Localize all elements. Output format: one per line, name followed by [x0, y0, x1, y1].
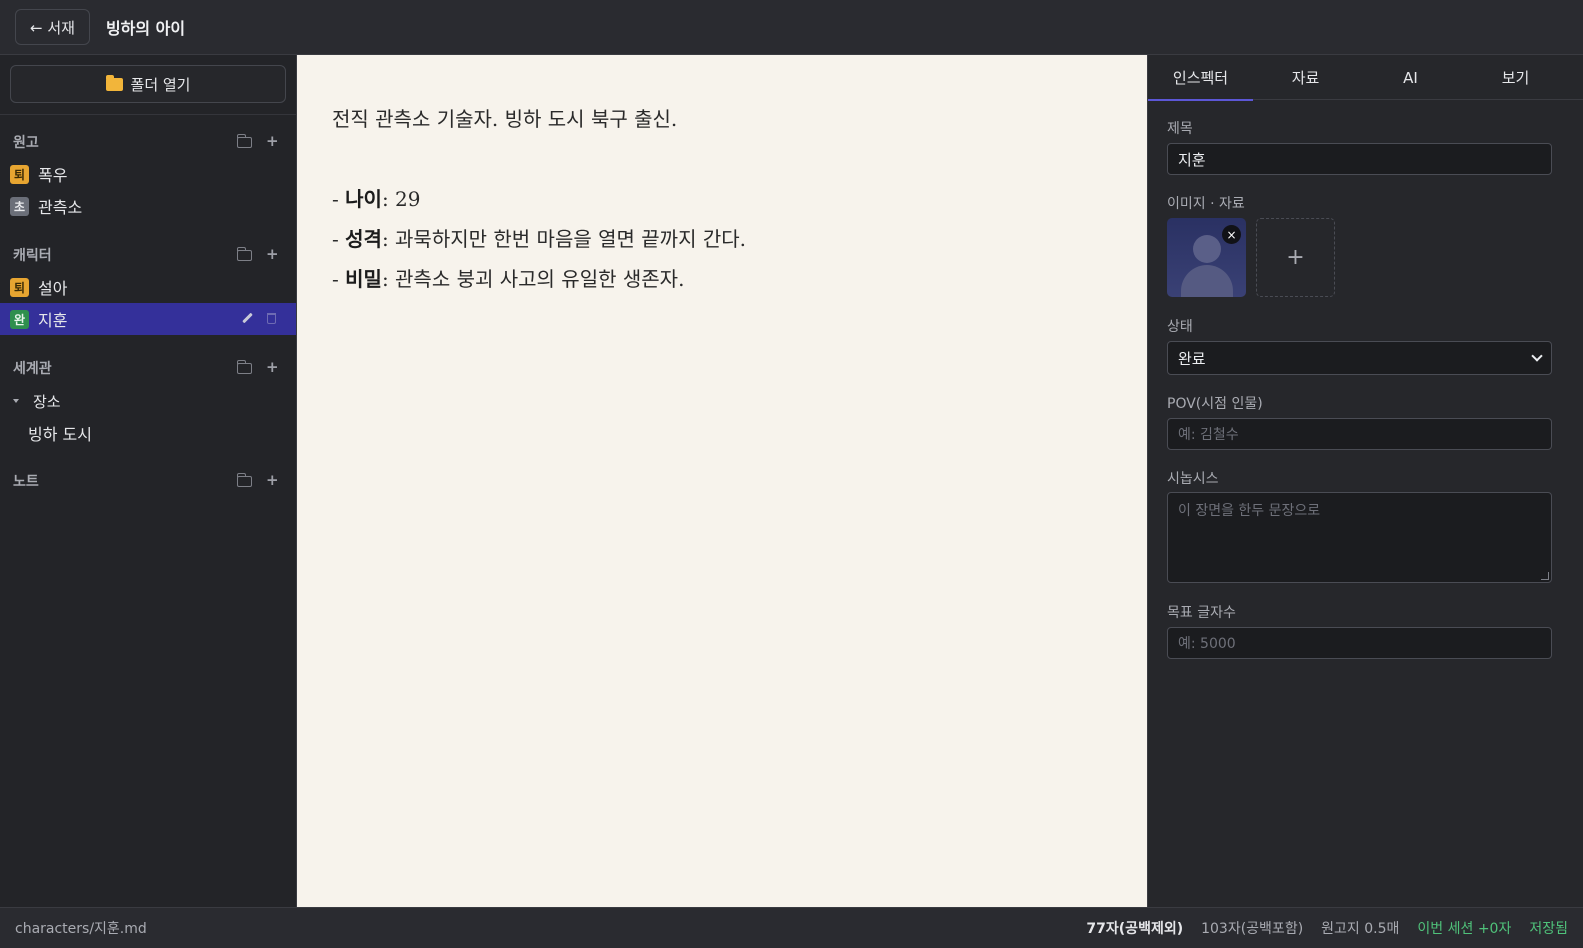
char-count-with-space: 103자(공백포함) — [1201, 921, 1304, 937]
section-world: 세계관 + — [0, 355, 296, 381]
resize-handle[interactable] — [1541, 572, 1549, 580]
status-label: 상태 — [1167, 319, 1193, 335]
target-count-input[interactable]: 예: 5000 — [1167, 627, 1552, 659]
avatar-head — [1193, 235, 1221, 263]
tab-view[interactable]: 보기 — [1463, 55, 1568, 100]
target-label: 목표 글자수 — [1167, 605, 1236, 621]
sidebar-item-label: 폭우 — [38, 166, 68, 185]
add-image-button[interactable]: + — [1256, 218, 1335, 297]
title-label: 제목 — [1167, 121, 1193, 137]
status-badge: 퇴 — [10, 277, 29, 297]
save-status: 저장됨 — [1529, 921, 1568, 937]
sidebar-group-places[interactable]: 장소 — [0, 385, 296, 417]
sidebar-item-label: 지훈 — [38, 311, 68, 330]
caret-down-icon[interactable] — [13, 399, 19, 403]
status-badge: 완 — [10, 309, 29, 329]
status-select-value: 완료 — [1178, 349, 1206, 368]
book-title: 빙하의 아이 — [105, 19, 186, 38]
section-characters: 캐릭터 + — [0, 242, 296, 268]
session-count: 이번 세션 +0자 — [1417, 921, 1512, 937]
open-folder-label: 폴더 열기 — [130, 75, 191, 94]
avatar-image[interactable]: × — [1167, 218, 1246, 297]
sidebar: 폴더 열기 원고 + 퇴 폭우 초 관측소 캐릭터 + 퇴 설아 완 지훈 세계… — [0, 55, 297, 907]
title-field[interactable]: 지훈 — [1167, 143, 1552, 175]
status-badge: 초 — [10, 196, 29, 216]
editor-line: - 비밀: 관측소 붕괴 사고의 유일한 생존자. — [332, 267, 685, 291]
tab-inspector[interactable]: 인스펙터 — [1148, 55, 1253, 101]
chevron-down-icon — [1531, 350, 1543, 362]
sidebar-item-pokwoo[interactable]: 퇴 폭우 — [0, 158, 296, 190]
status-bar: characters/지훈.md 77자(공백제외) 103자(공백포함) 원고… — [0, 907, 1583, 948]
sidebar-item-observatory[interactable]: 초 관측소 — [0, 190, 296, 222]
section-title: 노트 — [13, 474, 39, 490]
sidebar-item-label: 설아 — [38, 279, 68, 298]
back-to-library-button[interactable]: ← 서재 — [15, 9, 90, 45]
editor-line: - 성격: 과묵하지만 한번 마음을 열면 끝까지 간다. — [332, 227, 746, 251]
new-folder-icon[interactable] — [237, 360, 252, 374]
pov-input[interactable]: 예: 김철수 — [1167, 418, 1552, 450]
sidebar-item-label: 빙하 도시 — [28, 425, 92, 444]
open-folder-button[interactable]: 폴더 열기 — [10, 65, 286, 103]
status-select[interactable]: 완료 — [1167, 341, 1552, 375]
inspector-panel: 인스펙터 자료 AI 보기 제목 지훈 이미지 · 자료 × + 상태 완료 P… — [1147, 55, 1583, 907]
sidebar-group-label: 장소 — [33, 392, 61, 411]
sidebar-item-label: 관측소 — [38, 198, 83, 217]
add-item-icon[interactable]: + — [266, 360, 279, 375]
section-manuscript: 원고 + — [0, 129, 296, 155]
synopsis-label: 시놉시스 — [1167, 471, 1219, 487]
section-title: 원고 — [13, 135, 39, 151]
editor-line: - 나이: 29 — [332, 187, 421, 211]
pov-label: POV(시점 인물) — [1167, 396, 1263, 412]
file-path: characters/지훈.md — [15, 921, 147, 937]
status-badge: 퇴 — [10, 164, 29, 184]
section-title: 캐릭터 — [13, 248, 52, 264]
synopsis-placeholder: 이 장면을 한두 문장으로 — [1178, 503, 1321, 519]
editor-intro: 전직 관측소 기술자. 빙하 도시 북구 출신. — [332, 107, 678, 131]
avatar-body — [1181, 265, 1233, 297]
sidebar-item-seola[interactable]: 퇴 설아 — [0, 271, 296, 303]
section-title: 세계관 — [13, 361, 52, 377]
close-icon[interactable]: × — [1222, 225, 1241, 244]
tab-ai[interactable]: AI — [1358, 55, 1463, 100]
pencil-icon[interactable] — [241, 312, 253, 324]
sidebar-item-glacier-city[interactable]: 빙하 도시 — [0, 417, 296, 449]
add-item-icon[interactable]: + — [266, 473, 279, 488]
document-editor[interactable]: 전직 관측소 기술자. 빙하 도시 북구 출신. - 나이: 29 - 성격: … — [297, 55, 1147, 907]
trash-icon[interactable] — [267, 312, 276, 324]
synopsis-textarea[interactable]: 이 장면을 한두 문장으로 — [1167, 492, 1552, 583]
char-count-no-space: 77자(공백제외) — [1086, 921, 1184, 937]
tab-materials[interactable]: 자료 — [1253, 55, 1358, 100]
manuscript-pages: 원고지 0.5매 — [1321, 921, 1400, 937]
add-item-icon[interactable]: + — [266, 134, 279, 149]
new-folder-icon[interactable] — [237, 134, 252, 148]
inspector-tabs: 인스펙터 자료 AI 보기 — [1148, 55, 1583, 101]
sidebar-item-jihoon[interactable]: 완 지훈 — [0, 303, 296, 335]
images-label: 이미지 · 자료 — [1167, 196, 1245, 212]
new-folder-icon[interactable] — [237, 473, 252, 487]
folder-icon — [105, 74, 123, 91]
add-item-icon[interactable]: + — [266, 247, 279, 262]
divider — [0, 114, 296, 115]
new-folder-icon[interactable] — [237, 247, 252, 261]
section-notes: 노트 + — [0, 468, 296, 494]
top-bar: ← 서재 빙하의 아이 — [0, 0, 1583, 55]
